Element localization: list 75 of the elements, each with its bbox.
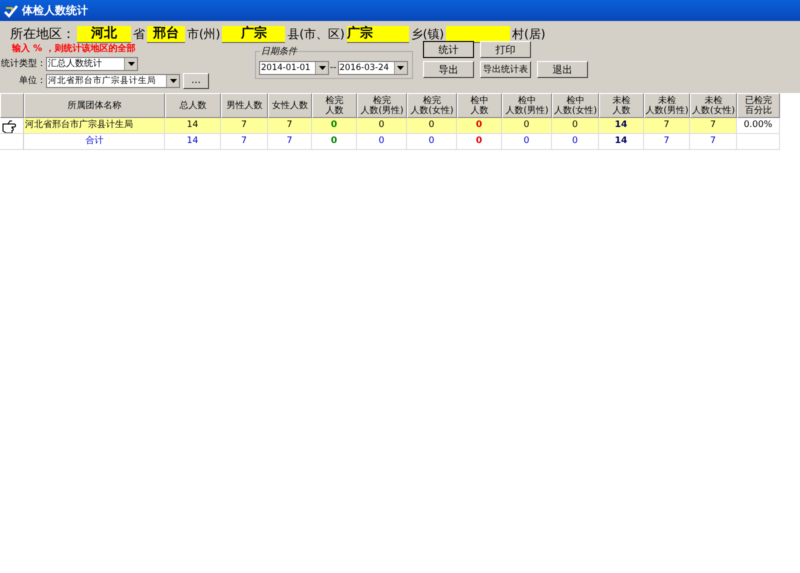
column-header: 检中 人数(男性) bbox=[502, 93, 552, 118]
region-field[interactable]: 广宗 bbox=[222, 26, 286, 42]
table-cell: 14 bbox=[165, 118, 221, 134]
action-button[interactable]: 导出 bbox=[423, 61, 474, 78]
table-cell: 7 bbox=[221, 134, 268, 150]
region-suffix: 省 bbox=[133, 26, 145, 42]
table-cell: 0 bbox=[407, 134, 457, 150]
column-header: 检中 人数 bbox=[457, 93, 502, 118]
region-suffix: 县(市、区) bbox=[287, 26, 345, 42]
table-cell: 7 bbox=[644, 118, 690, 134]
caret-icon bbox=[128, 62, 134, 66]
column-header: 未检 人数(男性) bbox=[644, 93, 690, 118]
column-header: 检完 人数(男性) bbox=[357, 93, 407, 118]
action-button[interactable]: 退出 bbox=[537, 61, 588, 78]
table-cell: 7 bbox=[268, 134, 312, 150]
date-separator: -- bbox=[330, 63, 336, 73]
table-cell: 0 bbox=[312, 118, 357, 134]
column-header: 检完 人数(女性) bbox=[407, 93, 457, 118]
table-cell: 7 bbox=[221, 118, 268, 134]
table-cell: 7 bbox=[690, 134, 737, 150]
column-header: 未检 人数 bbox=[599, 93, 644, 118]
column-header: 检中 人数(女性) bbox=[552, 93, 599, 118]
action-button[interactable]: 统计 bbox=[423, 41, 474, 58]
table-cell: 0.00% bbox=[737, 118, 780, 134]
table-cell bbox=[737, 134, 780, 150]
column-header: 女性人数 bbox=[268, 93, 312, 118]
unit-label: 单位： bbox=[18, 74, 46, 87]
table-cell: 0 bbox=[357, 134, 407, 150]
table-cell: 7 bbox=[268, 118, 312, 134]
action-button[interactable]: 打印 bbox=[480, 41, 531, 58]
date-group-title: 日期条件 bbox=[260, 45, 298, 58]
column-header: 检完 人数 bbox=[312, 93, 357, 118]
table-cell: 0 bbox=[502, 118, 552, 134]
column-header: 总人数 bbox=[165, 93, 221, 118]
region-field[interactable]: 广宗 bbox=[346, 26, 409, 42]
column-header: 所属团体名称 bbox=[24, 93, 165, 118]
table-cell: 0 bbox=[312, 134, 357, 150]
region-label: 所在地区： bbox=[10, 26, 75, 43]
warning-text: 输入 % ，则统计该地区的全部 bbox=[10, 43, 136, 55]
table-cell: 14 bbox=[165, 134, 221, 150]
end-date-picker[interactable]: 2016-03-24 bbox=[338, 61, 408, 75]
table-cell: 7 bbox=[644, 134, 690, 150]
stat-type-dropdown[interactable]: 汇总人数统计 bbox=[46, 56, 138, 70]
column-header: 男性人数 bbox=[221, 93, 268, 118]
table-cell: 14 bbox=[599, 118, 644, 134]
caret-icon bbox=[170, 78, 176, 82]
table-cell: 0 bbox=[552, 118, 599, 134]
unit-dropdown[interactable]: 河北省邢台市广宗县计生局 bbox=[46, 74, 180, 88]
region-field[interactable] bbox=[446, 26, 510, 42]
region-field[interactable]: 邢台 bbox=[147, 26, 185, 42]
action-button[interactable]: 导出统计表 bbox=[480, 61, 531, 78]
table-cell: 0 bbox=[457, 134, 502, 150]
region-suffix: 市(州) bbox=[187, 26, 220, 42]
table-cell: 0 bbox=[552, 134, 599, 150]
caret-icon bbox=[397, 66, 404, 70]
region-field[interactable]: 河北 bbox=[77, 26, 131, 42]
region-suffix: 乡(镇) bbox=[410, 26, 444, 42]
table-cell: 合计 bbox=[24, 134, 165, 150]
table-cell: 河北省邢台市广宗县计生局 bbox=[24, 118, 165, 134]
table-cell: 0 bbox=[457, 118, 502, 134]
column-header: 已检完 百分比 bbox=[737, 93, 780, 118]
table-cell: 14 bbox=[599, 134, 644, 150]
checkmark-icon bbox=[4, 4, 18, 18]
browse-button[interactable]: ... bbox=[183, 72, 209, 88]
row-indicator[interactable] bbox=[0, 118, 24, 134]
start-date-picker[interactable]: 2014-01-01 bbox=[259, 61, 329, 75]
caret-icon bbox=[318, 66, 326, 70]
table-cell: 7 bbox=[690, 118, 737, 134]
region-suffix: 村(居) bbox=[512, 26, 546, 42]
window-title: 体检人数统计 bbox=[22, 3, 88, 18]
table-cell: 0 bbox=[357, 118, 407, 134]
table-cell: 0 bbox=[407, 118, 457, 134]
stat-type-label: 统计类型： bbox=[0, 58, 46, 70]
table-cell: 0 bbox=[502, 134, 552, 150]
column-header: 未检 人数(女性) bbox=[690, 93, 737, 118]
